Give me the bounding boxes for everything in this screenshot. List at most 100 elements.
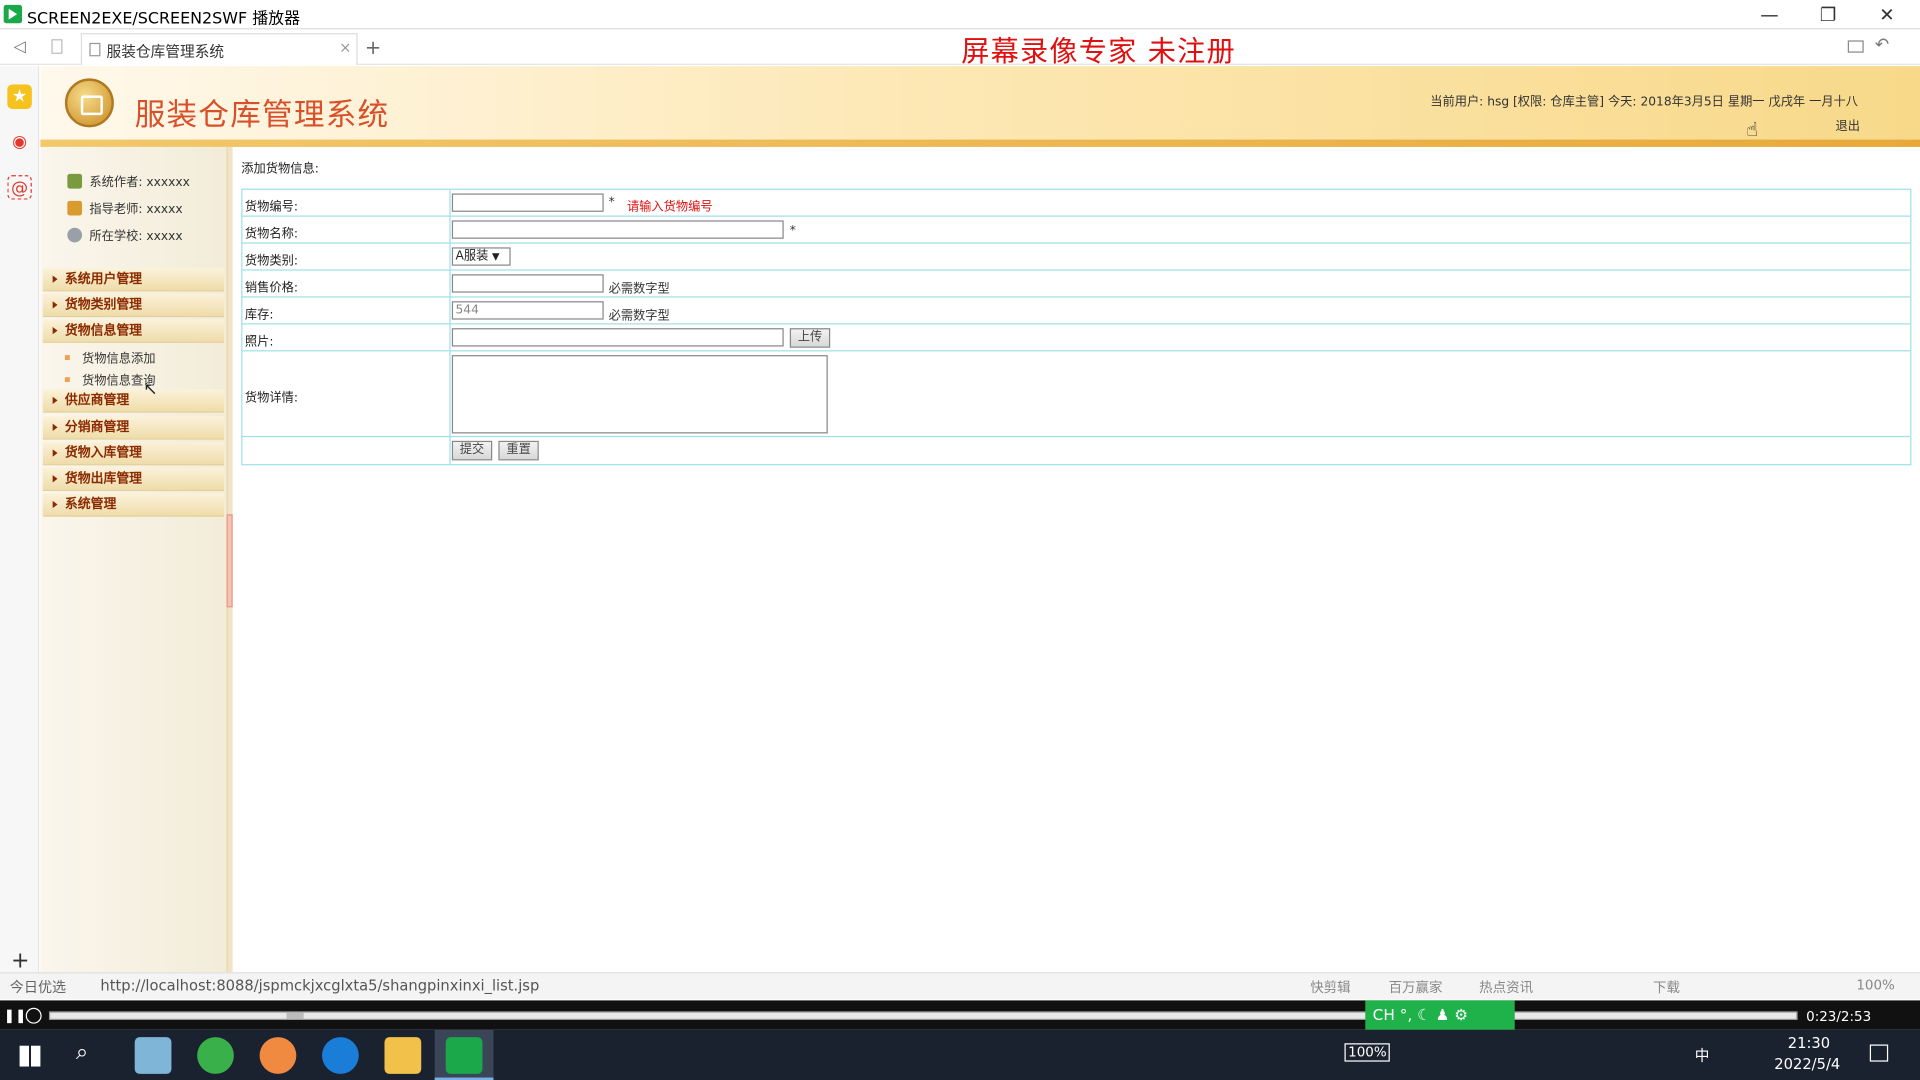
windows-start-icon[interactable]	[19, 1045, 41, 1067]
status-url: http://localhost:8088/jspmckjxcglxta5/sh…	[100, 977, 540, 995]
author-info: 系统作者: xxxxxx	[67, 171, 190, 193]
row-photo: 照片: 上传	[242, 324, 1911, 352]
window-title: SCREEN2EXE/SCREEN2SWF 播放器	[26, 9, 301, 29]
text-cursor-icon: ↖	[143, 379, 158, 400]
player-app-icon	[445, 1037, 483, 1074]
row-category: 货物类别: A服装 ▼	[242, 244, 1911, 271]
logout-link[interactable]: 退出	[1836, 115, 1860, 133]
code-input[interactable]	[451, 193, 604, 212]
system-title: 服装仓库管理系统	[134, 96, 390, 133]
teacher-label: 指导老师: xxxxx	[89, 203, 183, 217]
name-input[interactable]	[451, 220, 784, 239]
ime-toolbar[interactable]: CH °, ☾ ♟ ⚙	[1365, 1000, 1515, 1030]
file-explorer-icon[interactable]	[384, 1037, 422, 1074]
header-divider	[40, 139, 1920, 147]
today-picks-link[interactable]: 今日优选	[10, 977, 66, 997]
code-required-mark: *	[608, 195, 615, 210]
browser-360-icon[interactable]	[197, 1037, 234, 1074]
form-caption: 添加货物信息:	[241, 162, 319, 177]
taskbar-app-icon[interactable]	[134, 1037, 172, 1074]
menu-distributor[interactable]: 分销商管理	[42, 416, 225, 440]
submit-button[interactable]: 提交	[451, 440, 493, 461]
stock-hint: 必需数字型	[608, 309, 670, 324]
menu-goods-add[interactable]: 货物信息添加	[65, 348, 155, 366]
tab-close-icon[interactable]: ×	[339, 39, 351, 56]
name-label: 货物名称:	[244, 227, 299, 242]
menu-supplier[interactable]: 供应商管理	[42, 389, 225, 413]
clock-time[interactable]: 21:30	[1788, 1035, 1830, 1052]
system-header: 服装仓库管理系统 当前用户: hsg [权限: 仓库主管] 今天: 2018年3…	[40, 66, 1920, 143]
tab-title: 服装仓库管理系统	[106, 42, 225, 61]
menu-stock-in[interactable]: 货物入库管理	[42, 442, 225, 466]
back-icon[interactable]: ◁	[9, 37, 31, 59]
zoom-level[interactable]: 100%	[1856, 977, 1895, 993]
restore-button[interactable]: ❐	[1800, 2, 1856, 26]
hot-news-link[interactable]: 热点资讯	[1479, 977, 1533, 997]
app-icon	[3, 4, 23, 24]
pause-icon[interactable]: ❚❚	[4, 1008, 27, 1024]
menu-stock-out[interactable]: 货物出库管理	[42, 467, 225, 492]
quick-edit-link[interactable]: 快剪辑	[1310, 977, 1350, 997]
add-goods-form: 货物编号: * 请输入货物编号 货物名称: * 货物类别: A服装 ▼ 销售价格:…	[241, 188, 1912, 466]
mouse-cursor-icon: ☝	[1746, 117, 1759, 141]
code-error-text: 请输入货物编号	[626, 200, 713, 215]
new-tab-button[interactable]: +	[365, 36, 381, 59]
tab-current[interactable]: 服装仓库管理系统 ×	[80, 33, 358, 65]
million-winner-link[interactable]: 百万赢家	[1389, 977, 1443, 997]
user-icon	[67, 173, 83, 189]
ime-language[interactable]: 中	[1695, 1044, 1710, 1065]
price-input[interactable]	[451, 274, 604, 293]
collapse-handle[interactable]	[226, 514, 233, 608]
stock-input[interactable]: 544	[451, 301, 604, 320]
minimize-button[interactable]: —	[1741, 2, 1797, 26]
browser-statusbar: 今日优选 http://localhost:8088/jspmckjxcglxt…	[0, 972, 1920, 1000]
mail-icon[interactable]: @	[7, 175, 32, 200]
battery-indicator[interactable]: 100%	[1344, 1043, 1391, 1062]
window-titlebar: SCREEN2EXE/SCREEN2SWF 播放器 — ❐ ✕	[0, 0, 1920, 30]
sidebar-add-icon[interactable]: +	[11, 948, 29, 974]
window-mode-icon[interactable]	[1847, 40, 1864, 53]
clock-date[interactable]: 2022/5/4	[1774, 1056, 1840, 1073]
notification-icon[interactable]	[1869, 1044, 1889, 1062]
row-actions: 提交 重置	[242, 437, 1910, 464]
author-label: 系统作者: xxxxxx	[89, 176, 190, 190]
close-button[interactable]: ✕	[1859, 2, 1915, 26]
detail-textarea[interactable]	[451, 355, 828, 434]
stop-icon[interactable]	[25, 1007, 42, 1024]
photo-label: 照片:	[244, 335, 274, 349]
menu-system-users[interactable]: 系统用户管理	[42, 268, 225, 292]
teacher-icon	[67, 200, 83, 216]
page-icon[interactable]	[51, 39, 63, 54]
current-user-info: 当前用户: hsg [权限: 仓库主管] 今天: 2018年3月5日 星期一 戊…	[1430, 95, 1859, 109]
search-icon[interactable]: ⌕	[76, 1040, 88, 1066]
school-label: 所在学校: xxxxx	[89, 230, 183, 244]
menu-goods-query[interactable]: 货物信息查询	[65, 370, 155, 388]
browser-tab-row: ◁ 服装仓库管理系统 × + ↶	[0, 30, 1920, 65]
category-label: 货物类别:	[244, 254, 299, 269]
seek-bar[interactable]	[48, 1011, 1798, 1021]
taskbar-orange-app-icon[interactable]	[259, 1037, 297, 1074]
reset-button[interactable]: 重置	[498, 440, 539, 461]
menu-goods-category[interactable]: 货物类别管理	[42, 293, 225, 318]
photo-input[interactable]	[451, 328, 784, 347]
weibo-icon[interactable]: ◉	[7, 130, 31, 154]
left-menu: 系统作者: xxxxxx 指导老师: xxxxx 所在学校: xxxxx 系统用…	[40, 146, 227, 973]
school-info: 所在学校: xxxxx	[67, 225, 183, 247]
favorites-icon[interactable]: ★	[7, 84, 32, 109]
upload-button[interactable]: 上传	[789, 328, 831, 348]
code-label: 货物编号:	[244, 200, 299, 215]
teamviewer-icon[interactable]	[322, 1037, 359, 1074]
browser-sidebar: ★ ◉ @ +	[0, 66, 40, 974]
price-hint: 必需数字型	[608, 282, 670, 297]
taskbar-active-player[interactable]	[434, 1029, 494, 1080]
row-price: 销售价格: 必需数字型	[242, 271, 1911, 298]
seek-thumb[interactable]	[286, 1012, 304, 1019]
category-select[interactable]: A服装 ▼	[451, 247, 511, 266]
row-detail: 货物详情:	[242, 351, 1911, 438]
school-icon	[67, 227, 83, 243]
screen: SCREEN2EXE/SCREEN2SWF 播放器 — ❐ ✕ ◁ 服装仓库管理…	[0, 0, 1920, 1080]
undo-icon[interactable]: ↶	[1875, 36, 1889, 56]
download-link[interactable]: 下载	[1653, 977, 1680, 997]
menu-goods-info[interactable]: 货物信息管理	[42, 319, 225, 343]
menu-system-admin[interactable]: 系统管理	[42, 493, 225, 517]
